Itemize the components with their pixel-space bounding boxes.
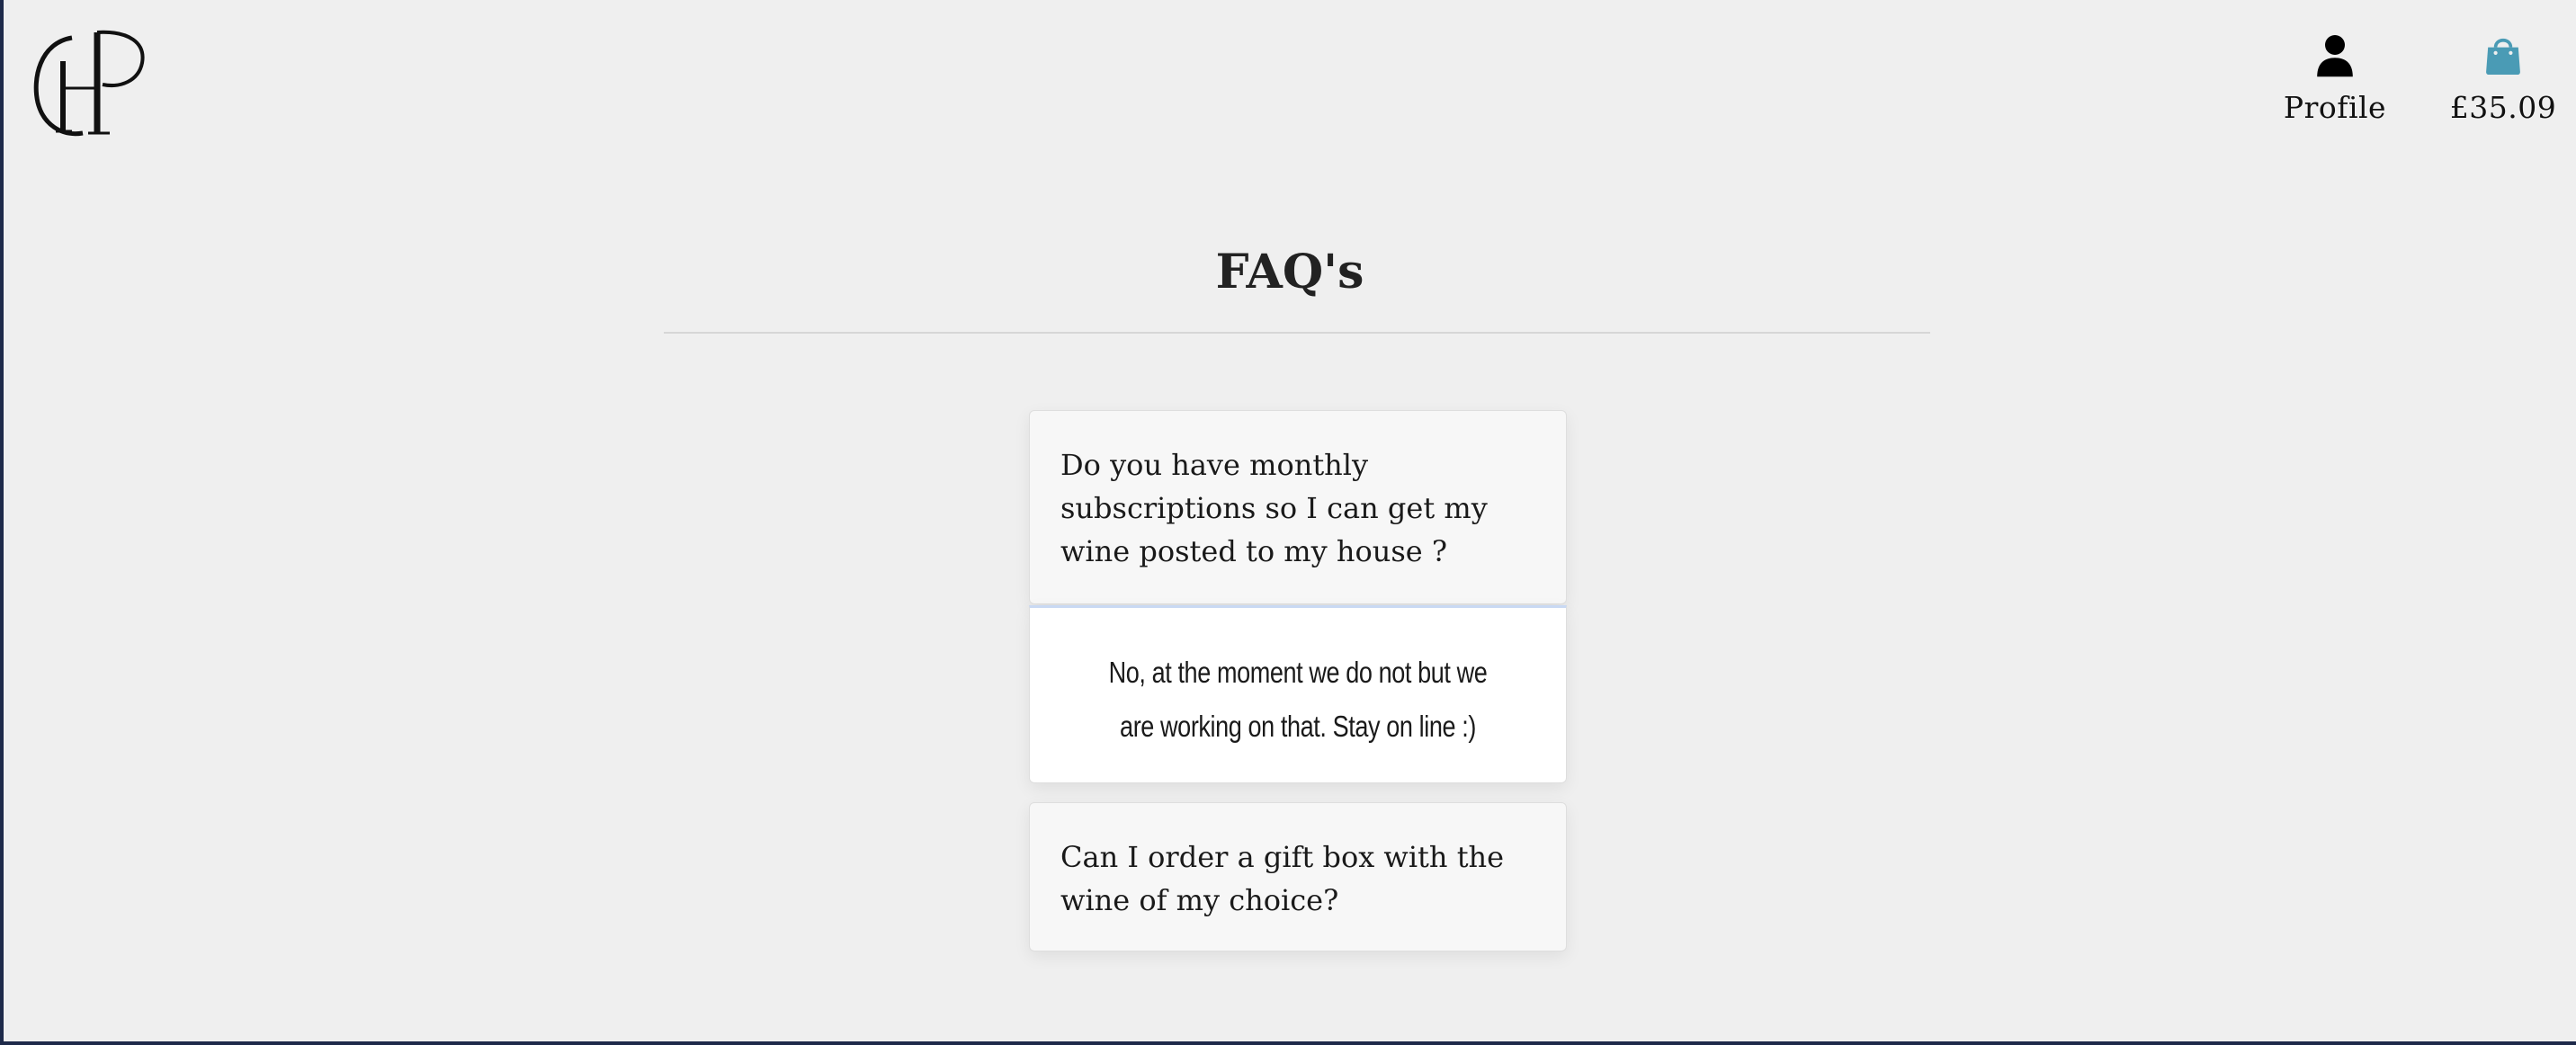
faq-question-card[interactable]: Can I order a gift box with the wine of … [1029, 802, 1567, 951]
faq-answer-panel: No, at the moment we do not but we are w… [1029, 605, 1567, 783]
cart-link[interactable]: £35.09 [2436, 32, 2571, 125]
faq-question-text: Can I order a gift box with the wine of … [1060, 840, 1505, 917]
faq-answer-text: No, at the moment we do not but we are w… [1108, 656, 1488, 743]
faq-question-card[interactable]: Do you have monthly subscriptions so I c… [1029, 410, 1567, 604]
shopping-bag-icon [2486, 38, 2520, 76]
page-title: FAQ's [1215, 245, 1364, 299]
page: Profile £35.09 FAQ's Do you have monthly… [4, 0, 2576, 1041]
faq-question-text: Do you have monthly subscriptions so I c… [1060, 448, 1488, 568]
person-icon [2317, 35, 2353, 77]
profile-label: Profile [2283, 90, 2387, 125]
profile-link[interactable]: Profile [2272, 32, 2398, 125]
monogram-logo[interactable] [31, 25, 146, 140]
cart-total: £35.09 [2449, 90, 2557, 125]
title-divider [664, 332, 1930, 334]
